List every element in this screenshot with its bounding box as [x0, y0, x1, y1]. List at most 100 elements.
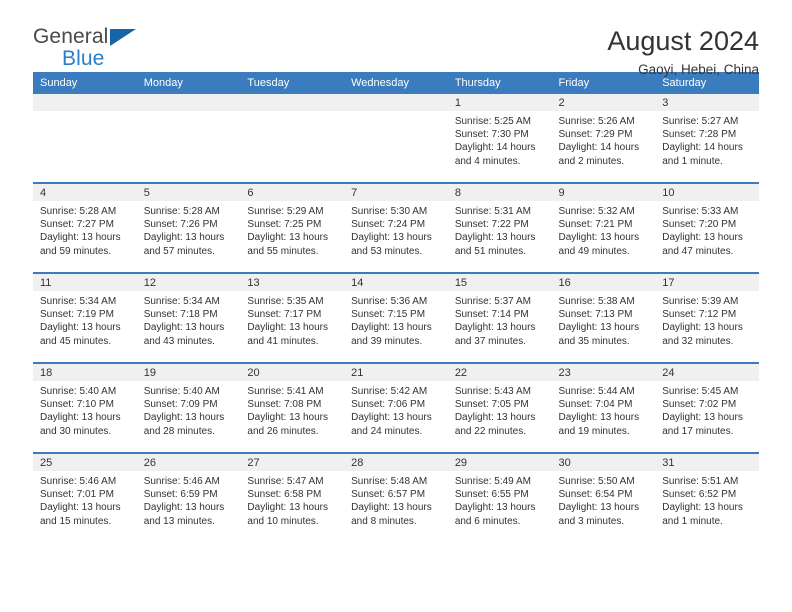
daylight-text: Daylight: 13 hours and 3 minutes.: [558, 502, 640, 527]
calendar-day-cell[interactable]: 24 Sunrise: 5:45 AM Sunset: 7:02 PM Dayligh…: [655, 362, 759, 453]
calendar-day-cell[interactable]: 31 Sunrise: 5:51 AM Sunset: 6:52 PM Dayligh…: [655, 452, 759, 542]
weekday-header-wednesday: Wednesday: [344, 72, 448, 94]
sunrise-text: Sunrise: 5:33 AM: [662, 206, 739, 217]
calendar-day-cell[interactable]: 16 Sunrise: 5:38 AM Sunset: 7:13 PM Dayligh…: [551, 272, 656, 363]
day-details: Sunrise: 5:45 AM Sunset: 7:02 PM Daylight:…: [655, 381, 759, 438]
calendar-day-cell[interactable]: 20 Sunrise: 5:41 AM Sunset: 7:08 PM Dayligh…: [240, 362, 345, 453]
calendar-day-cell[interactable]: 30 Sunrise: 5:50 AM Sunset: 6:54 PM Dayligh…: [551, 452, 656, 542]
calendar-day-cell[interactable]: 19 Sunrise: 5:40 AM Sunset: 7:09 PM Dayligh…: [136, 362, 241, 453]
weekday-header-sunday: Sunday: [33, 72, 137, 94]
daylight-text: Daylight: 13 hours and 24 minutes.: [351, 412, 432, 437]
sunset-text: Sunset: 7:05 PM: [454, 399, 529, 411]
sunrise-text: Sunrise: 5:50 AM: [558, 476, 635, 487]
calendar-day-cell[interactable]: 1 Sunrise: 5:25 AM Sunset: 7:30 PM Daylight…: [447, 94, 552, 183]
calendar-day-cell[interactable]: 29 Sunrise: 5:49 AM Sunset: 6:55 PM Dayligh…: [447, 452, 552, 542]
calendar-week-row: 1 Sunrise: 5:25 AM Sunset: 7:30 PM Daylight…: [33, 94, 759, 183]
page-title: August 2024: [607, 26, 759, 56]
day-number: 20: [240, 364, 345, 381]
brand-name-blue: Blue: [62, 47, 105, 70]
day-details: Sunrise: 5:37 AM Sunset: 7:14 PM Daylight:…: [448, 291, 552, 348]
brand-name-general: General: [33, 25, 109, 48]
calendar-day-cell[interactable]: 6 Sunrise: 5:29 AM Sunset: 7:25 PM Daylight…: [240, 182, 345, 273]
sunrise-text: Sunrise: 5:26 AM: [558, 116, 635, 127]
sunrise-text: Sunrise: 5:28 AM: [40, 206, 117, 217]
sunset-text: Sunset: 7:14 PM: [454, 309, 529, 321]
daylight-text: Daylight: 13 hours and 19 minutes.: [558, 412, 640, 437]
calendar-day-cell[interactable]: 7 Sunrise: 5:30 AM Sunset: 7:24 PM Daylight…: [344, 182, 448, 273]
sunrise-text: Sunrise: 5:32 AM: [558, 206, 635, 217]
calendar-day-cell[interactable]: 22 Sunrise: 5:43 AM Sunset: 7:05 PM Dayligh…: [447, 362, 552, 453]
sunset-text: Sunset: 7:27 PM: [40, 219, 114, 231]
day-number: 12: [136, 274, 241, 291]
day-number: 25: [33, 454, 137, 471]
day-number: 4: [33, 184, 137, 201]
calendar-day-cell[interactable]: 26 Sunrise: 5:46 AM Sunset: 6:59 PM Dayligh…: [136, 452, 241, 542]
sunrise-text: Sunrise: 5:31 AM: [454, 206, 531, 217]
calendar-day-cell[interactable]: 11 Sunrise: 5:34 AM Sunset: 7:19 PM Dayligh…: [33, 272, 137, 363]
calendar-day-cell[interactable]: 17 Sunrise: 5:39 AM Sunset: 7:12 PM Dayligh…: [655, 272, 759, 363]
calendar-day-cell[interactable]: 18 Sunrise: 5:40 AM Sunset: 7:10 PM Dayligh…: [33, 362, 137, 453]
day-details: Sunrise: 5:34 AM Sunset: 7:19 PM Daylight:…: [33, 291, 137, 348]
calendar-day-cell[interactable]: 28 Sunrise: 5:48 AM Sunset: 6:57 PM Dayligh…: [344, 452, 448, 542]
sunrise-text: Sunrise: 5:34 AM: [143, 296, 220, 307]
sunset-text: Sunset: 7:08 PM: [247, 399, 322, 411]
daylight-text: Daylight: 13 hours and 41 minutes.: [247, 322, 329, 347]
day-details: Sunrise: 5:32 AM Sunset: 7:21 PM Daylight:…: [552, 201, 656, 258]
sunset-text: Sunset: 6:57 PM: [351, 489, 426, 501]
day-number: 27: [240, 454, 345, 471]
calendar-week-row: 11 Sunrise: 5:34 AM Sunset: 7:19 PM Dayligh…: [33, 272, 759, 363]
sunset-text: Sunset: 7:12 PM: [662, 309, 737, 321]
daylight-text: Daylight: 13 hours and 32 minutes.: [662, 322, 743, 347]
calendar-day-cell[interactable]: 3 Sunrise: 5:27 AM Sunset: 7:28 PM Daylight…: [655, 94, 759, 183]
sunset-text: Sunset: 7:15 PM: [351, 309, 426, 321]
daylight-text: Daylight: 13 hours and 47 minutes.: [662, 232, 743, 257]
calendar-day-cell[interactable]: 25 Sunrise: 5:46 AM Sunset: 7:01 PM Dayligh…: [33, 452, 137, 542]
sunrise-text: Sunrise: 5:34 AM: [40, 296, 117, 307]
daylight-text: Daylight: 13 hours and 10 minutes.: [247, 502, 329, 527]
calendar-day-cell[interactable]: 9 Sunrise: 5:32 AM Sunset: 7:21 PM Daylight…: [551, 182, 656, 273]
calendar-day-cell[interactable]: 12 Sunrise: 5:34 AM Sunset: 7:18 PM Dayligh…: [136, 272, 241, 363]
day-number: 9: [551, 184, 656, 201]
day-details: Sunrise: 5:35 AM Sunset: 7:17 PM Daylight:…: [240, 291, 344, 348]
day-details: Sunrise: 5:34 AM Sunset: 7:18 PM Daylight:…: [137, 291, 241, 348]
sunrise-text: Sunrise: 5:42 AM: [351, 386, 428, 397]
calendar-day-cell[interactable]: 23 Sunrise: 5:44 AM Sunset: 7:04 PM Dayligh…: [551, 362, 656, 453]
calendar-day-cell[interactable]: 2 Sunrise: 5:26 AM Sunset: 7:29 PM Daylight…: [551, 94, 656, 183]
sunset-text: Sunset: 7:13 PM: [558, 309, 633, 321]
sunset-text: Sunset: 7:19 PM: [40, 309, 114, 321]
brand-logo[interactable]: General Blue: [33, 26, 153, 72]
sunrise-text: Sunrise: 5:30 AM: [351, 206, 428, 217]
day-number: 26: [136, 454, 241, 471]
calendar-week-row: 25 Sunrise: 5:46 AM Sunset: 7:01 PM Dayligh…: [33, 452, 759, 542]
daylight-text: Daylight: 13 hours and 30 minutes.: [40, 412, 121, 437]
day-details: Sunrise: 5:46 AM Sunset: 7:01 PM Daylight:…: [33, 471, 137, 528]
day-number: 21: [344, 364, 448, 381]
daylight-text: Daylight: 13 hours and 45 minutes.: [40, 322, 121, 347]
day-number: 13: [240, 274, 345, 291]
day-number: 10: [655, 184, 759, 201]
calendar-day-cell[interactable]: 5 Sunrise: 5:28 AM Sunset: 7:26 PM Daylight…: [136, 182, 241, 273]
calendar-day-cell[interactable]: 21 Sunrise: 5:42 AM Sunset: 7:06 PM Dayligh…: [344, 362, 448, 453]
calendar-day-cell[interactable]: 14 Sunrise: 5:36 AM Sunset: 7:15 PM Dayligh…: [344, 272, 448, 363]
calendar-day-cell[interactable]: 4 Sunrise: 5:28 AM Sunset: 7:27 PM Daylight…: [33, 182, 137, 273]
calendar-day-cell[interactable]: 13 Sunrise: 5:35 AM Sunset: 7:17 PM Dayligh…: [240, 272, 345, 363]
calendar-day-cell[interactable]: 27 Sunrise: 5:47 AM Sunset: 6:58 PM Dayligh…: [240, 452, 345, 542]
sunrise-text: Sunrise: 5:37 AM: [454, 296, 531, 307]
sunrise-text: Sunrise: 5:44 AM: [558, 386, 635, 397]
sunrise-text: Sunrise: 5:29 AM: [247, 206, 324, 217]
calendar-day-cell[interactable]: 15 Sunrise: 5:37 AM Sunset: 7:14 PM Dayligh…: [447, 272, 552, 363]
weekday-header-thursday: Thursday: [447, 72, 552, 94]
day-number: 29: [447, 454, 552, 471]
calendar-day-cell[interactable]: 8 Sunrise: 5:31 AM Sunset: 7:22 PM Daylight…: [447, 182, 552, 273]
daylight-text: Daylight: 13 hours and 43 minutes.: [143, 322, 225, 347]
day-number: 7: [344, 184, 448, 201]
sunrise-text: Sunrise: 5:48 AM: [351, 476, 428, 487]
calendar-page: General Blue August 2024 Gaoyi, Hebei, C…: [0, 0, 792, 612]
triangle-icon: [110, 29, 136, 46]
calendar-day-cell[interactable]: 10 Sunrise: 5:33 AM Sunset: 7:20 PM Dayligh…: [655, 182, 759, 273]
day-details: Sunrise: 5:51 AM Sunset: 6:52 PM Daylight:…: [655, 471, 759, 528]
sunrise-text: Sunrise: 5:38 AM: [558, 296, 635, 307]
sunrise-text: Sunrise: 5:46 AM: [40, 476, 117, 487]
day-details: Sunrise: 5:38 AM Sunset: 7:13 PM Daylight:…: [552, 291, 656, 348]
day-details: Sunrise: 5:43 AM Sunset: 7:05 PM Daylight:…: [448, 381, 552, 438]
